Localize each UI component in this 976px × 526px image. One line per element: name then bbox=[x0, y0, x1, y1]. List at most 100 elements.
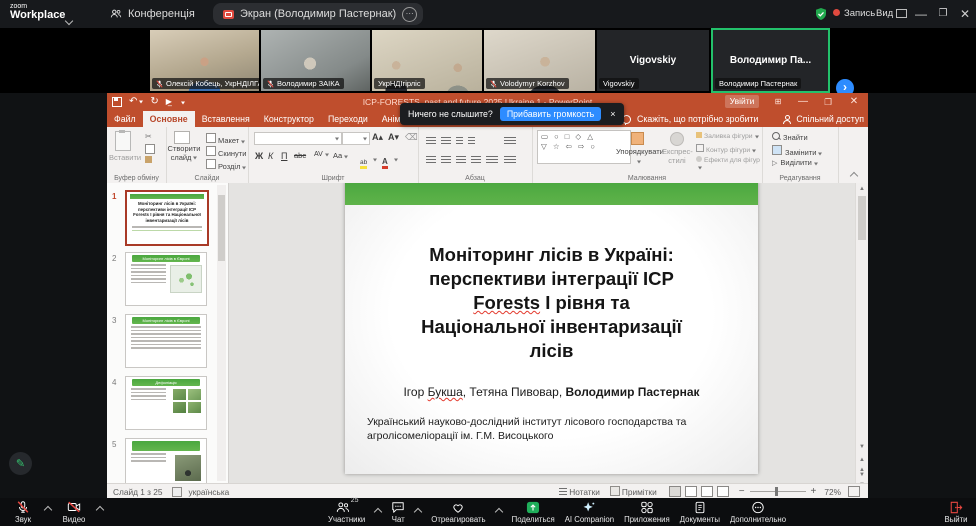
shape-fill-button[interactable]: Заливка фігури bbox=[696, 132, 759, 140]
find-button[interactable]: Знайти bbox=[772, 132, 808, 142]
slide-thumbnail-1[interactable]: Моніторинг лісів в Україні: перспективи … bbox=[125, 190, 209, 246]
view-label[interactable]: Вид bbox=[876, 8, 893, 19]
slideshow-icon[interactable]: ▶̲ bbox=[166, 95, 172, 109]
tell-me-label[interactable]: Скажіть, що потрібно зробити bbox=[637, 114, 758, 124]
notes-button[interactable]: Нотатки bbox=[569, 487, 600, 497]
zoom-in-button[interactable]: + bbox=[811, 486, 817, 497]
qat-customize-icon[interactable] bbox=[181, 101, 185, 106]
reset-button[interactable]: Скинути bbox=[206, 146, 246, 158]
zoom-percentage[interactable]: 72% bbox=[824, 487, 841, 497]
comments-button[interactable]: Примітки bbox=[622, 487, 657, 497]
quick-styles-button[interactable]: Експрес-стилі bbox=[662, 147, 692, 165]
tab-design[interactable]: Конструктор bbox=[257, 111, 321, 127]
italic-button[interactable]: К bbox=[268, 151, 273, 161]
annotate-button[interactable]: ✎ bbox=[9, 452, 32, 475]
underline-button[interactable]: П bbox=[281, 151, 287, 161]
notification-close-icon[interactable]: × bbox=[608, 109, 615, 119]
react-chevron[interactable] bbox=[494, 508, 502, 516]
scroll-up-icon[interactable]: ▲ bbox=[857, 184, 867, 194]
share-access-label[interactable]: Спільний доступ bbox=[796, 114, 864, 124]
video-tile[interactable]: УкрНДІгірліс bbox=[372, 30, 482, 91]
new-slide-button[interactable]: Створити слайд bbox=[166, 145, 202, 162]
select-button[interactable]: ▷Виділити bbox=[772, 158, 818, 167]
shape-effects-button[interactable]: Ефекти для фігур bbox=[696, 156, 762, 171]
video-tile-active-speaker[interactable]: Володимир Па... Володимир Пастернак bbox=[711, 28, 830, 93]
tab-conference[interactable]: Конференція bbox=[100, 0, 205, 28]
ai-companion-button[interactable]: AI Companion bbox=[565, 498, 614, 526]
paste-label[interactable]: Вставити bbox=[109, 153, 139, 162]
react-button[interactable]: Отреагировать bbox=[431, 498, 485, 526]
layout-button[interactable]: Макет bbox=[206, 133, 245, 145]
font-color-button[interactable]: A bbox=[382, 151, 398, 169]
char-spacing-button[interactable]: AV bbox=[314, 151, 329, 158]
view-grid-icon[interactable] bbox=[896, 9, 907, 18]
slide-institution-text[interactable]: Український науково-дослідний інститут л… bbox=[345, 415, 758, 443]
recording-label[interactable]: Запись bbox=[844, 8, 875, 19]
video-tile[interactable]: Володимир ЗАІКА bbox=[261, 30, 370, 91]
increase-volume-button[interactable]: Прибавить громкость bbox=[500, 107, 601, 121]
ppt-restore-button[interactable]: ❐ bbox=[817, 93, 839, 111]
documents-button[interactable]: Документы bbox=[680, 498, 720, 526]
window-close-button[interactable]: ✕ bbox=[952, 0, 976, 28]
redo-icon[interactable]: ↻ bbox=[150, 95, 158, 109]
zoom-slider[interactable] bbox=[750, 491, 806, 493]
leave-button[interactable]: Выйти bbox=[938, 498, 974, 526]
undo-icon[interactable]: ↶ bbox=[129, 95, 143, 109]
video-options-chevron[interactable] bbox=[96, 506, 104, 514]
tab-more-icon[interactable]: ··· bbox=[402, 7, 417, 22]
apps-button[interactable]: Приложения bbox=[624, 498, 670, 526]
tab-file[interactable]: Файл bbox=[107, 111, 143, 127]
font-size-select[interactable] bbox=[342, 132, 370, 145]
slide-authors-text[interactable]: Ігор Букша, Тетяна Пивовар, Володимир Па… bbox=[345, 385, 758, 399]
clear-format-icon[interactable]: ⌫ bbox=[405, 132, 418, 143]
text-direction-icon[interactable] bbox=[504, 133, 521, 151]
zoom-out-button[interactable]: − bbox=[739, 486, 745, 497]
next-slide-icon[interactable]: ▼▼ bbox=[857, 470, 867, 480]
ppt-minimize-button[interactable]: — bbox=[792, 93, 814, 111]
video-button[interactable]: Видео bbox=[56, 498, 92, 526]
scroll-down-icon[interactable]: ▼ bbox=[857, 442, 867, 452]
sign-in-button[interactable]: Увійти bbox=[725, 95, 759, 108]
tab-insert[interactable]: Вставлення bbox=[195, 111, 257, 127]
chat-chevron[interactable] bbox=[414, 508, 422, 516]
chat-button[interactable]: Чат bbox=[391, 498, 405, 526]
language-label[interactable]: українська bbox=[189, 487, 230, 497]
slide-title-text[interactable]: Моніторинг лісів в Україні: перспективи … bbox=[345, 243, 758, 363]
font-name-select[interactable] bbox=[254, 132, 342, 145]
bullets-icon[interactable] bbox=[426, 133, 480, 151]
bold-button[interactable]: Ж bbox=[255, 151, 263, 161]
tab-screen-share[interactable]: Экран (Володимир Пастернак) ··· bbox=[213, 3, 423, 25]
view-slideshow-icon[interactable] bbox=[717, 486, 729, 497]
collapse-ribbon-icon[interactable] bbox=[850, 172, 858, 180]
replace-button[interactable]: Замінити bbox=[772, 145, 822, 157]
audio-button[interactable]: Звук bbox=[6, 498, 40, 526]
strikethrough-button[interactable]: abc bbox=[294, 151, 306, 160]
ribbon-display-options-icon[interactable]: ⊞ bbox=[767, 93, 789, 111]
format-painter-icon[interactable] bbox=[145, 156, 152, 163]
ppt-close-button[interactable]: ✕ bbox=[843, 93, 865, 111]
paste-button[interactable] bbox=[115, 131, 131, 151]
audio-options-chevron[interactable] bbox=[44, 506, 52, 514]
save-icon[interactable] bbox=[112, 97, 122, 107]
scrollbar-thumb[interactable] bbox=[858, 196, 866, 240]
thumbnail-scrollbar[interactable] bbox=[217, 185, 226, 481]
video-tile[interactable]: Олексій Кобець, УкрНДІЛГА bbox=[150, 30, 259, 91]
fit-to-window-icon[interactable] bbox=[848, 486, 860, 497]
slide-thumbnail-2[interactable]: Моніторинг лісів в Європі bbox=[125, 252, 207, 306]
spellcheck-icon[interactable] bbox=[172, 487, 182, 497]
security-shield-icon[interactable] bbox=[814, 7, 828, 21]
workspace-chevron-icon[interactable] bbox=[66, 11, 72, 29]
current-slide[interactable]: Моніторинг лісів в Україні: перспективи … bbox=[345, 183, 758, 474]
change-case-button[interactable]: Aa bbox=[333, 151, 348, 160]
slide-thumbnail-5[interactable] bbox=[125, 438, 207, 483]
slide-thumbnail-4[interactable]: Дефоліація bbox=[125, 376, 207, 430]
cut-icon[interactable]: ✂ bbox=[145, 132, 152, 141]
slide-scrollbar[interactable]: ▲ ▼ ▲▲ ▼▼ bbox=[855, 183, 868, 483]
highlight-color-button[interactable]: ab bbox=[360, 151, 377, 169]
arrange-button[interactable]: Упорядкувати bbox=[616, 147, 660, 165]
tab-transitions[interactable]: Переходи bbox=[321, 111, 375, 127]
align-left-icon[interactable] bbox=[426, 152, 503, 170]
shape-outline-button[interactable]: Контур фігури bbox=[696, 144, 756, 154]
copy-icon[interactable] bbox=[145, 144, 155, 154]
video-tile[interactable]: Vigovskiy Vigovskiy bbox=[597, 30, 709, 91]
